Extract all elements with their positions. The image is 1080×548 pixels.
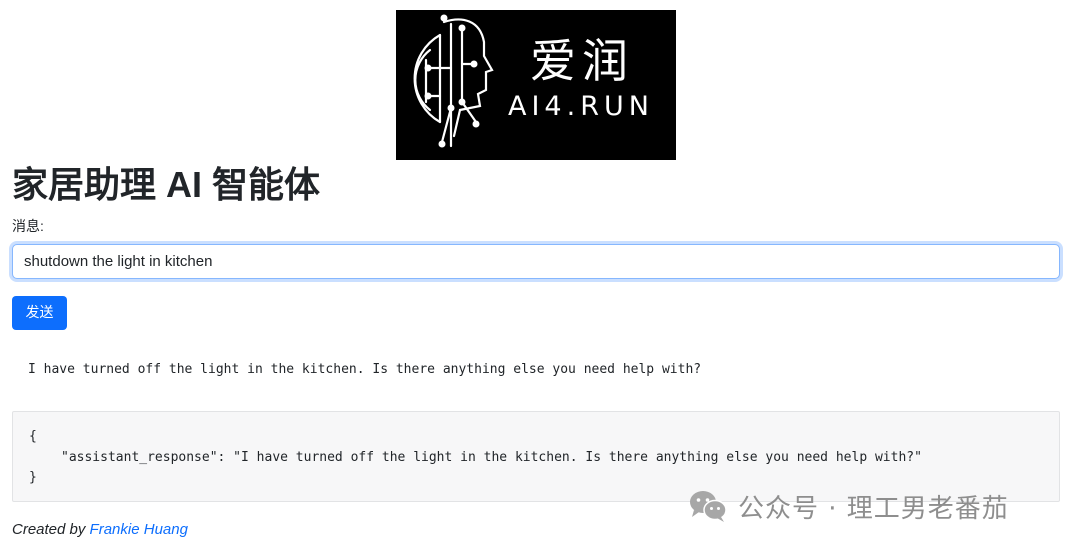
footer: Created by Frankie Huang [12,520,188,540]
message-label: 消息: [12,218,44,234]
json-open-brace: { [29,429,37,444]
wechat-icon [690,491,727,522]
watermark-text: 公众号 · 理工男老番茄 [738,493,1009,524]
message-input[interactable] [12,244,1060,279]
assistant-response-text: I have turned off the light in the kitch… [28,362,702,377]
author-link[interactable]: Frankie Huang [90,521,188,538]
page: 爱润 AI4.RUN 家居助理 AI 智能体 消息: 发送 I have tur… [0,0,1080,548]
json-close-brace: } [29,470,37,485]
brand-name-en: AI4.RUN [508,91,654,122]
json-assistant-response-line: "assistant_response": "I have turned off… [61,450,922,465]
watermark: 公众号 · 理工男老番茄 [688,486,1009,526]
send-button[interactable]: 发送 [12,296,67,330]
page-title: 家居助理 AI 智能体 [12,164,321,205]
brand-name-cn: 爱润 [530,34,634,88]
footer-prefix: Created by [12,521,86,538]
